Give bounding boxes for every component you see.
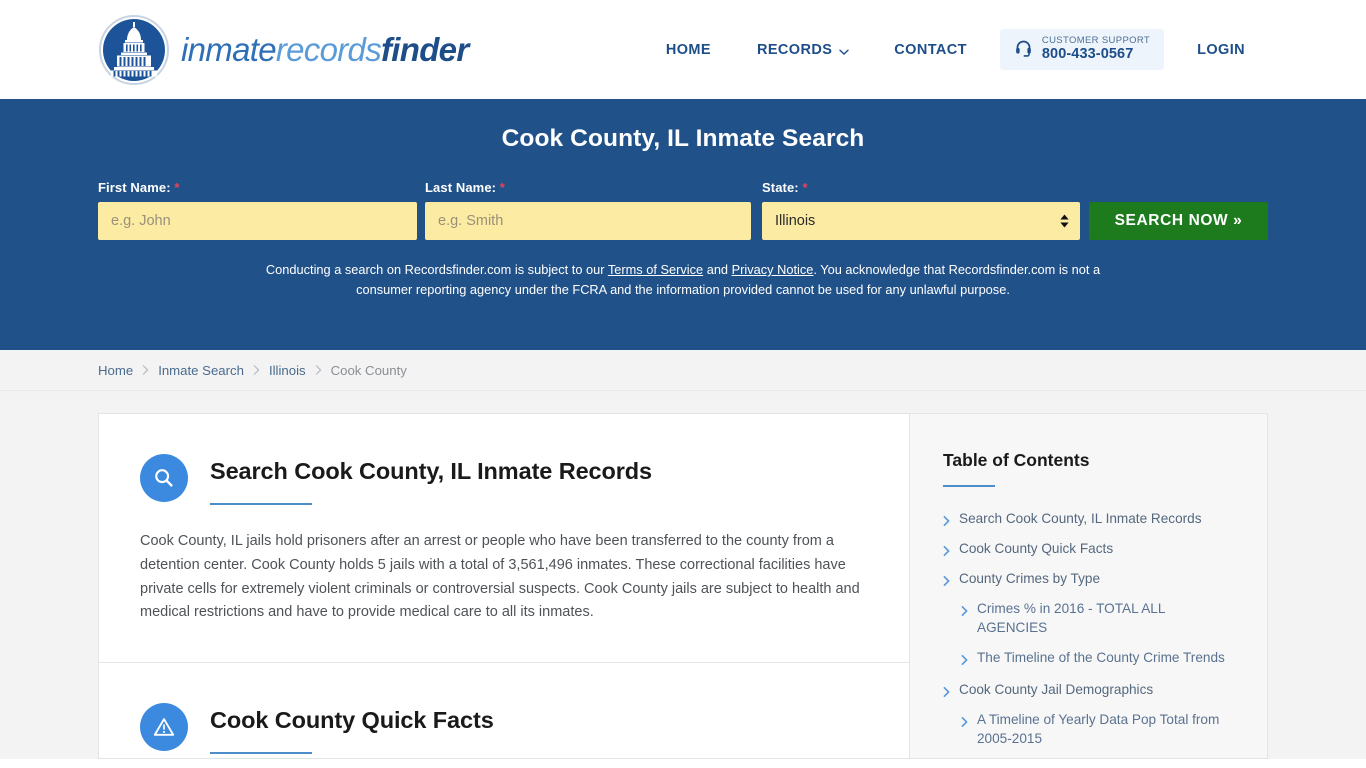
brand-word-inmate: inmate [181,31,277,68]
toc-item-label: The Timeline of the County Crime Trends [977,649,1225,665]
state-field-group: State: * Illinois [762,180,1080,240]
nav-item-contact[interactable]: CONTACT [871,42,990,58]
brand-logo-link[interactable]: inmaterecordsfinder [98,14,469,86]
nav-item-login-label: LOGIN [1197,41,1245,58]
capitol-dome-icon [98,14,170,86]
breadcrumb-item-illinois[interactable]: Illinois [269,363,306,378]
inmate-search-form: First Name: * Last Name: * State: * Illi… [98,180,1268,240]
headset-icon [1014,38,1033,62]
chevron-right-icon [961,603,968,621]
breadcrumb-item-cook-county: Cook County [330,362,407,378]
toc-item-crimes-2016[interactable]: Crimes % in 2016 - TOTAL ALL AGENCIES [943,599,1233,638]
toc-list: Search Cook County, IL Inmate Records Co… [943,509,1233,758]
warning-triangle-icon [140,703,188,752]
nav-item-records-label: RECORDS [756,41,833,58]
site-header: inmaterecordsfinder HOME RECORDS CONTACT [0,0,1366,99]
toc-underline-rule [943,485,995,487]
last-name-input[interactable] [425,202,751,240]
nav-item-login[interactable]: LOGIN [1174,42,1268,58]
chevron-down-icon [839,45,849,55]
page-title: Cook County, IL Inmate Search [501,125,865,152]
search-disclaimer: Conducting a search on Recordsfinder.com… [248,260,1118,300]
toc-item-search-records[interactable]: Search Cook County, IL Inmate Records [943,509,1233,531]
toc-item-jail-demographics[interactable]: Cook County Jail Demographics [943,680,1233,702]
toc-item-county-crimes-by-type[interactable]: County Crimes by Type [943,569,1233,591]
section-quick-facts: Cook County Quick Facts [99,662,909,755]
magnifier-icon [140,454,188,502]
table-of-contents-sidebar: Table of Contents Search Cook County, IL… [910,414,1267,758]
content-shell: Search Cook County, IL Inmate Records Co… [98,413,1268,759]
brand-word-finder: finder [381,31,469,68]
toc-item-label: Search Cook County, IL Inmate Records [959,511,1202,526]
chevron-right-icon [943,684,950,702]
title-underline-rule [210,752,312,755]
hero-search-section: Cook County, IL Inmate Search First Name… [0,99,1366,350]
chevron-right-icon [943,543,950,561]
section-body-text: Cook County, IL jails hold prisoners aft… [140,533,860,621]
first-name-label: First Name: * [98,180,417,195]
required-marker: * [174,180,180,195]
toc-item-crime-trends-timeline[interactable]: The Timeline of the County Crime Trends [943,648,1233,670]
first-name-input[interactable] [98,202,417,240]
disclaimer-part-2: and [703,262,732,277]
section-title: Cook County Quick Facts [210,707,494,734]
nav-item-records[interactable]: RECORDS [734,42,871,58]
toc-heading: Table of Contents [943,450,1090,470]
first-name-field-group: First Name: * [98,180,417,240]
required-marker: * [499,180,505,195]
page-body: Search Cook County, IL Inmate Records Co… [0,391,1366,759]
customer-support-box[interactable]: CUSTOMER SUPPORT 800-433-0567 [999,29,1165,70]
last-name-label-text: Last Name: [425,180,497,195]
chevron-right-icon [961,714,968,732]
disclaimer-part-1: Conducting a search on Recordsfinder.com… [265,262,608,277]
toc-item-label: Cook County Quick Facts [959,541,1114,556]
breadcrumb-item-home[interactable]: Home [98,363,133,378]
section-title: Search Cook County, IL Inmate Records [210,458,653,484]
state-label-text: State: [762,180,799,195]
chevron-right-icon [315,365,322,375]
required-marker: * [802,180,808,195]
main-content-column: Search Cook County, IL Inmate Records Co… [99,414,910,758]
first-name-label-text: First Name: [98,180,171,195]
support-phone[interactable]: 800-433-0567 [1042,46,1150,63]
terms-of-service-link[interactable]: Terms of Service [608,262,703,277]
chevron-right-icon [943,573,950,591]
main-navigation: HOME RECORDS CONTACT CUSTOMER SUPPORT 80… [643,29,1268,70]
state-label: State: * [762,180,1080,195]
chevron-right-icon [142,365,149,375]
last-name-field-group: Last Name: * [425,180,751,240]
breadcrumb: Home Inmate Search Illinois Cook County [0,350,1366,391]
nav-item-home[interactable]: HOME [643,42,734,58]
last-name-label: Last Name: * [425,180,751,195]
toc-item-label: Cook County Jail Demographics [959,681,1154,697]
chevron-right-icon [961,652,968,670]
toc-item-quick-facts[interactable]: Cook County Quick Facts [943,539,1233,561]
toc-item-pop-total-timeline[interactable]: A Timeline of Yearly Data Pop Total from… [943,710,1233,749]
title-underline-rule [210,503,312,506]
nav-item-home-label: HOME [665,41,711,58]
toc-item-label: Crimes % in 2016 - TOTAL ALL AGENCIES [977,601,1165,636]
toc-item-label: A Timeline of Yearly Data Pop Total from… [977,711,1220,746]
nav-item-contact-label: CONTACT [894,41,967,58]
search-now-button[interactable]: SEARCH NOW » [1089,202,1268,240]
chevron-right-icon [943,513,950,531]
section-search-records: Search Cook County, IL Inmate Records Co… [99,414,909,625]
privacy-notice-link[interactable]: Privacy Notice [732,262,814,277]
toc-item-label: County Crimes by Type [959,571,1101,586]
brand-wordmark: inmaterecordsfinder [181,31,469,68]
chevron-right-icon [253,365,260,375]
breadcrumb-item-inmate-search[interactable]: Inmate Search [158,363,244,378]
brand-word-records: records [275,31,382,68]
state-select[interactable]: Illinois [762,202,1080,240]
